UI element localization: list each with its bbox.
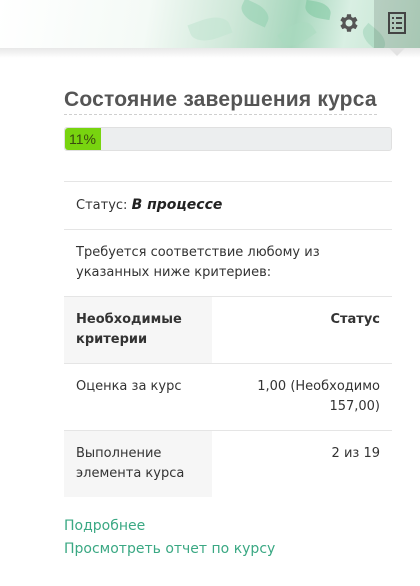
requirement-note: Требуется соответствие любому из указанн… [64, 229, 392, 297]
progress-bar: 11% [64, 127, 392, 151]
table-header-row: Необходимые критерии Статус [64, 296, 392, 364]
leaf-decoration [277, 16, 317, 48]
criteria-cell: Оценка за курс [64, 363, 212, 431]
block-title: Состояние завершения курса [64, 88, 377, 115]
requirement-row: Требуется соответствие любому из указанн… [64, 229, 392, 297]
completion-status-block: Состояние завершения курса 11% Статус: В… [64, 88, 392, 561]
table-row: Оценка за курс 1,00 (Необходимо 157,00) [64, 363, 392, 431]
leaf-decoration [303, 0, 333, 21]
leaf-decoration [187, 11, 233, 47]
header-criteria: Необходимые критерии [64, 296, 212, 364]
block-links: Подробнее Просмотреть отчет по курсу [64, 515, 392, 561]
progress-label: 11% [69, 131, 96, 147]
status-cell: Статус: В процессе [64, 181, 392, 230]
status-value: В процессе [131, 197, 223, 213]
criteria-status-cell: 1,00 (Необходимо 157,00) [211, 363, 392, 431]
leaf-decoration [237, 0, 273, 28]
view-report-link[interactable]: Просмотреть отчет по курсу [64, 538, 392, 561]
header-status: Статус [211, 296, 392, 364]
blocks-drawer-icon [388, 12, 406, 34]
more-details-link[interactable]: Подробнее [64, 515, 392, 538]
status-label: Статус: [76, 198, 128, 213]
criteria-cell: Выполнение элемента курса [64, 430, 212, 497]
table-row: Выполнение элемента курса 2 из 19 [64, 430, 392, 497]
criteria-table: Статус: В процессе Требуется соответстви… [64, 181, 392, 497]
header-shadow [0, 48, 420, 58]
gear-icon[interactable] [337, 11, 361, 35]
drawer-pointer [389, 48, 405, 56]
criteria-status-cell: 2 из 19 [211, 430, 392, 497]
status-row: Статус: В процессе [64, 181, 392, 230]
blocks-drawer-button[interactable] [374, 0, 420, 48]
